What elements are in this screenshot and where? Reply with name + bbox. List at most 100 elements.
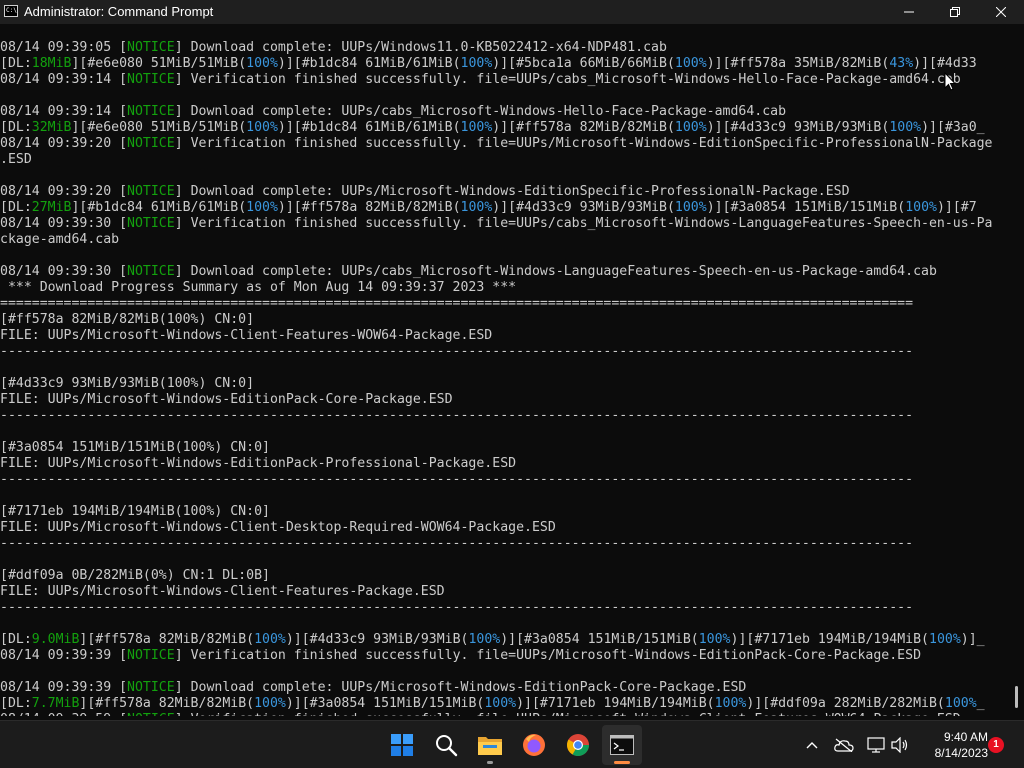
console-text: FILE: UUPs/Microsoft-Windows-EditionPack… xyxy=(0,456,517,471)
console-text: ----------------------------------------… xyxy=(0,344,914,359)
console-text: )][#7171eb 194MiB/194MiB( xyxy=(730,632,930,647)
console-line: 08/14 09:39:14 [NOTICE] Verification fin… xyxy=(0,72,1010,88)
console-text: 08/14 09:39:59 [ xyxy=(0,712,127,716)
console-text: 100% xyxy=(254,696,286,711)
console-text: 100% xyxy=(246,56,278,71)
console-text: 100% xyxy=(468,632,501,647)
window-title: Administrator: Command Prompt xyxy=(24,4,214,19)
scrollbar-thumb[interactable] xyxy=(1015,686,1018,708)
network-icon xyxy=(867,737,885,753)
console-text: NOTICE xyxy=(127,680,175,695)
file-explorer-button[interactable] xyxy=(470,725,510,765)
console-line: FILE: UUPs/Microsoft-Windows-EditionPack… xyxy=(0,392,1010,408)
console-text: 08/14 09:39:20 [ xyxy=(0,136,128,151)
network-button[interactable] xyxy=(864,733,888,757)
console-text: ========================================… xyxy=(0,296,914,311)
chrome-button[interactable] xyxy=(558,725,598,765)
console-line: [#ff578a 82MiB/82MiB(100%) CN:0] xyxy=(0,312,1010,328)
restore-icon xyxy=(950,7,960,17)
console-text: [#ddf09a 0B/282MiB(0%) CN:1 DL:0B] xyxy=(0,568,270,583)
show-hidden-icons-button[interactable] xyxy=(800,733,824,757)
command-prompt-icon: C:\ xyxy=(4,5,18,17)
console-text: 43% xyxy=(889,56,914,71)
console-text: )][#4d33c9 93MiB/93MiB( xyxy=(285,632,469,647)
console-text: NOTICE xyxy=(127,264,175,279)
volume-button[interactable] xyxy=(888,733,912,757)
console-text: ] Download complete: UUPs/cabs_Microsoft… xyxy=(174,264,937,279)
console-text: NOTICE xyxy=(127,40,175,55)
console-text: 08/14 09:39:30 [ xyxy=(0,216,128,231)
start-button[interactable] xyxy=(382,725,422,765)
console-text: 100% xyxy=(929,632,961,647)
close-button[interactable] xyxy=(978,0,1024,24)
console-text: ] Verification finished successfully. fi… xyxy=(174,216,993,231)
console-text: NOTICE xyxy=(127,104,175,119)
console-text: 100% xyxy=(254,632,286,647)
file-explorer-icon xyxy=(478,737,502,755)
console-text: 100% xyxy=(674,200,707,215)
firefox-button[interactable] xyxy=(514,725,554,765)
console-text: NOTICE xyxy=(127,648,175,663)
console-text: )]_ xyxy=(960,632,985,647)
console-line: ========================================… xyxy=(0,296,1010,312)
console-text: )][#4d33c9 93MiB/93MiB( xyxy=(706,120,890,135)
console-text: 100% xyxy=(944,696,977,711)
console-text: ][#e6e080 51MiB/51MiB( xyxy=(71,56,247,71)
console-line: .ESD xyxy=(0,152,1010,168)
command-prompt-icon xyxy=(610,735,634,755)
console-text: ] Download complete: UUPs/Microsoft-Wind… xyxy=(174,184,850,199)
console-text: ][#b1dc84 61MiB/61MiB( xyxy=(71,200,247,215)
console-line: [DL:18MiB][#e6e080 51MiB/51MiB(100%)][#b… xyxy=(0,56,1010,72)
console-text: ][#ff578a 82MiB/82MiB( xyxy=(79,632,255,647)
console-text: ----------------------------------------… xyxy=(0,600,914,615)
console-text: )][#ff578a 82MiB/82MiB( xyxy=(492,120,675,135)
maximize-button[interactable] xyxy=(932,0,978,24)
console-text: [DL: xyxy=(0,632,32,647)
clock-time: 9:40 AM xyxy=(943,730,988,744)
minimize-button[interactable] xyxy=(886,0,932,24)
console-text: )][#ff578a 35MiB/82MiB( xyxy=(706,56,890,71)
search-button[interactable] xyxy=(426,725,466,765)
console-text: 18MiB xyxy=(31,56,72,71)
console-text: 100% xyxy=(905,200,937,215)
console-text: FILE: UUPs/Microsoft-Windows-EditionPack… xyxy=(0,392,453,407)
console-line: [#4d33c9 93MiB/93MiB(100%) CN:0] xyxy=(0,376,1010,392)
console-line: [#3a0854 151MiB/151MiB(100%) CN:0] xyxy=(0,440,1010,456)
onedrive-button[interactable] xyxy=(832,733,856,757)
console-text: ] Download complete: UUPs/Windows11.0-KB… xyxy=(174,40,667,55)
mouse-cursor-icon xyxy=(944,72,956,91)
console-line: [DL:32MiB][#e6e080 51MiB/51MiB(100%)][#b… xyxy=(0,120,1010,136)
taskbar-clock[interactable]: 9:40 AM 8/14/2023 xyxy=(918,729,988,761)
console-text: )][#3a0854 151MiB/151MiB( xyxy=(285,696,485,711)
console-line: *** Download Progress Summary as of Mon … xyxy=(0,280,1010,296)
console-line: ----------------------------------------… xyxy=(0,600,1010,616)
console-text: 100% xyxy=(674,56,707,71)
console-text: NOTICE xyxy=(127,184,175,199)
console-text: _ xyxy=(976,696,985,711)
console-text: 08/14 09:39:30 [ xyxy=(0,264,128,279)
console-text: )][#5bca1a 66MiB/66MiB( xyxy=(492,56,675,71)
console-text: NOTICE xyxy=(127,72,175,87)
console-text: 08/14 09:39:14 [ xyxy=(0,104,128,119)
console-line: 08/14 09:39:39 [NOTICE] Verification fin… xyxy=(0,648,1010,664)
command-prompt-button[interactable] xyxy=(602,725,642,765)
console-text: )][#4d33c9 93MiB/93MiB( xyxy=(492,200,675,215)
vertical-scrollbar[interactable] xyxy=(1010,24,1024,716)
start-icon xyxy=(391,734,413,756)
search-icon xyxy=(436,735,458,757)
active-indicator xyxy=(614,761,630,764)
console-text: *** Download Progress Summary as of Mon … xyxy=(0,280,517,295)
console-text: ][#ff578a 82MiB/82MiB( xyxy=(79,696,255,711)
console-text: [#ff578a 82MiB/82MiB(100%) CN:0] xyxy=(0,312,255,327)
notification-badge[interactable]: 1 xyxy=(988,737,1004,753)
console-text: [DL: xyxy=(0,696,32,711)
console-text: ckage-amd64.cab xyxy=(0,232,120,247)
title-bar[interactable]: C:\ Administrator: Command Prompt xyxy=(0,0,1024,24)
console-line: [DL:9.0MiB][#ff578a 82MiB/82MiB(100%)][#… xyxy=(0,632,1010,648)
console-output[interactable]: 08/14 09:39:05 [NOTICE] Download complet… xyxy=(0,40,1010,716)
console-text: 08/14 09:39:20 [ xyxy=(0,184,128,199)
console-text: )][#4d33 xyxy=(913,56,977,71)
